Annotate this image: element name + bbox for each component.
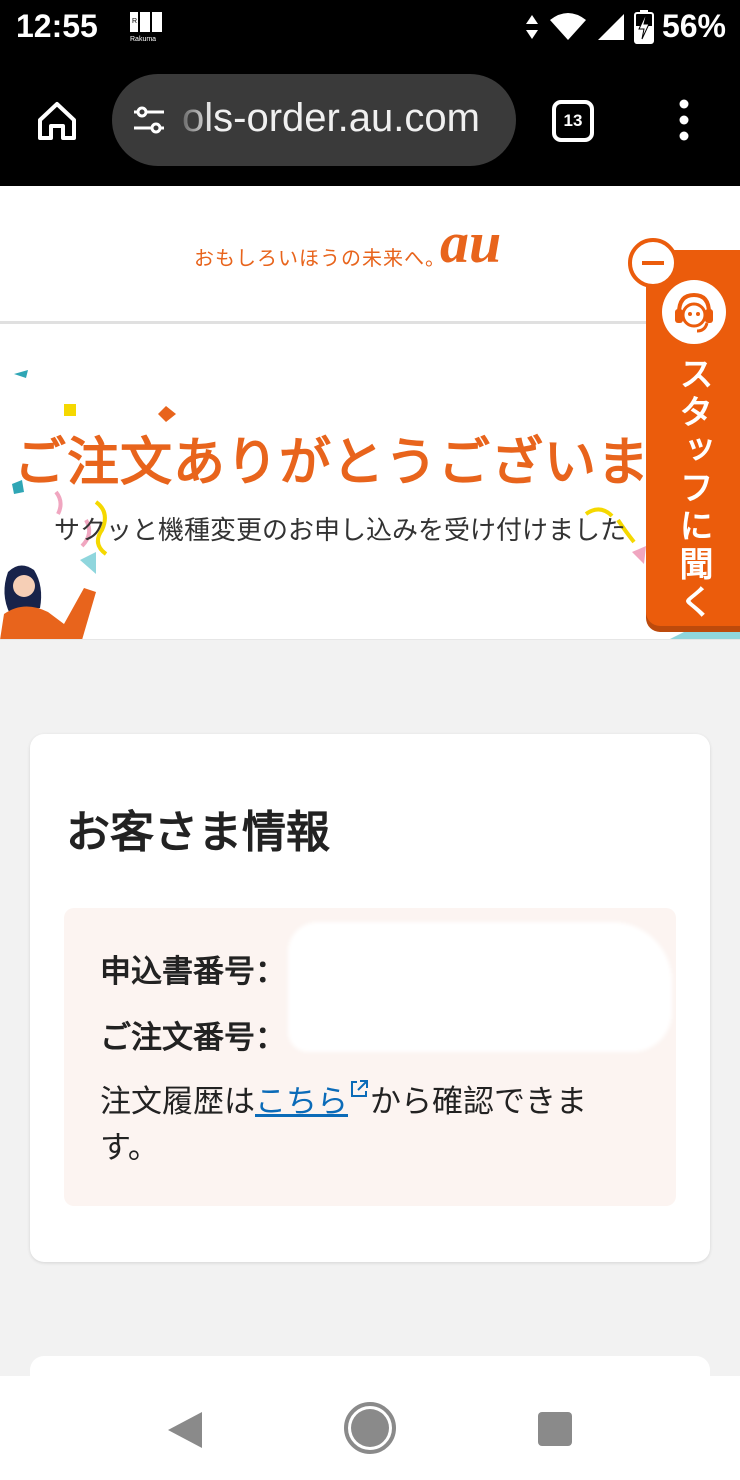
status-time: 12:55 <box>16 8 98 44</box>
staff-chat-tab[interactable]: スタッフに聞く <box>646 250 740 626</box>
order-history-link[interactable]: こちら <box>255 1084 348 1120</box>
data-arrows-icon <box>525 14 538 39</box>
status-icons: 56% <box>524 8 726 45</box>
browser-home-icon[interactable] <box>34 98 80 144</box>
site-settings-icon[interactable] <box>130 102 168 138</box>
more-menu-icon[interactable] <box>672 98 696 142</box>
external-link-icon <box>351 1080 368 1097</box>
au-logo[interactable]: au <box>440 216 540 276</box>
chat-minimize-button[interactable] <box>628 238 678 288</box>
url-fade <box>172 74 212 166</box>
rakuma-app-icon: R Rakuma <box>130 12 162 43</box>
svg-text:R: R <box>132 18 137 25</box>
system-nav-bar <box>0 1376 740 1480</box>
wifi-icon <box>549 12 586 40</box>
battery-charging-icon <box>633 9 654 44</box>
url-text: ols-order.au.com <box>182 96 480 140</box>
woman-illustration <box>0 565 96 639</box>
recent-apps-icon[interactable] <box>538 1412 572 1446</box>
address-bar[interactable]: ols-order.au.com <box>112 74 516 166</box>
hero-subtitle: サクッと機種変更のお申し込みを受け付けました <box>54 516 627 546</box>
au-logo-text: au <box>440 216 501 275</box>
customer-info-title: お客さま情報 <box>66 807 330 858</box>
signal-icon <box>597 13 624 40</box>
tab-switcher-button[interactable]: 13 <box>552 100 594 142</box>
battery-percent: 56% <box>661 8 726 44</box>
hero-title: ご注文ありがとうございま <box>14 433 651 493</box>
back-icon[interactable] <box>166 1410 206 1450</box>
history-prefix: 注文履歴は <box>100 1084 255 1120</box>
support-agent-icon <box>662 280 726 344</box>
browser-toolbar: ols-order.au.com 13 <box>0 58 740 186</box>
order-number-label: ご注文番号： <box>100 1020 286 1056</box>
customer-info-card: お客さま情報 申込書番号： ご注文番号： 注文履歴はこちら から確認できます。 <box>30 734 710 1262</box>
minus-icon <box>642 261 664 265</box>
rakuma-icon-label: Rakuma <box>130 36 156 43</box>
order-complete-hero: ご注文ありがとうございま サクッと機種変更のお申し込みを受け付けました <box>0 324 740 640</box>
application-number-label: 申込書番号： <box>100 954 286 990</box>
order-info-box: 申込書番号： ご注文番号： 注文履歴はこちら から確認できます。 <box>64 908 676 1206</box>
redacted-numbers <box>288 922 672 1052</box>
brand-slogan: おもしろいほうの未来へ。 <box>194 246 446 270</box>
home-icon[interactable] <box>344 1402 396 1454</box>
status-bar: 12:55 R Rakuma 56% <box>0 0 740 58</box>
chat-tab-label: スタッフに聞く <box>673 356 713 622</box>
order-history-note: 注文履歴はこちら から確認できます。 <box>100 1078 640 1171</box>
